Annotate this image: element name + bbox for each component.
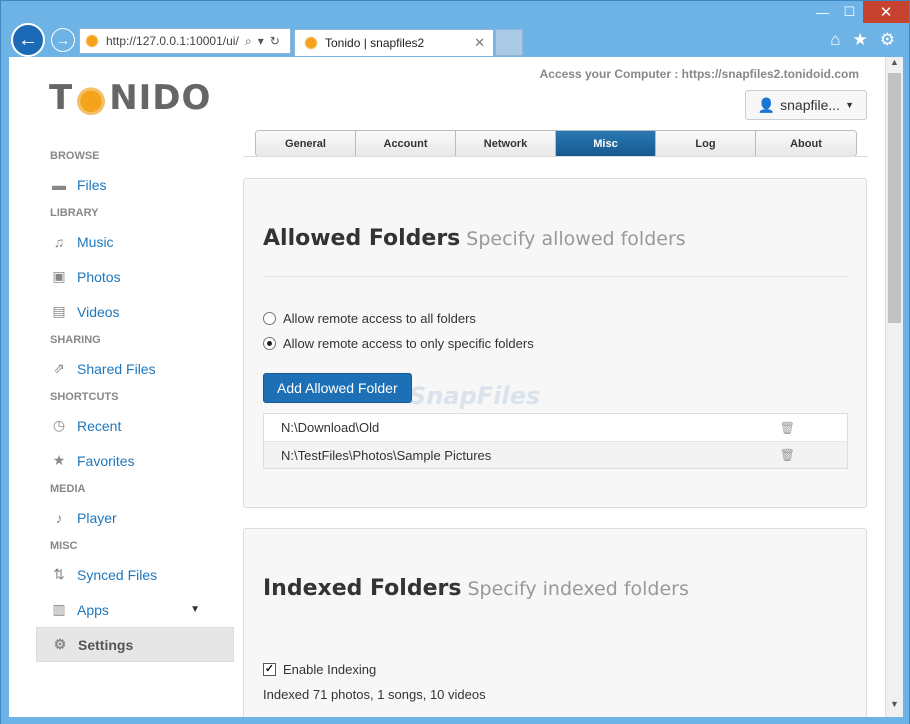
sidebar-item-favorites[interactable]: ★ Favorites <box>36 443 234 478</box>
sidebar-heading-browse: BROWSE <box>50 150 100 162</box>
list-item: N:\TestFiles\Photos\Sample Pictures 🗑 <box>264 441 847 468</box>
minimize-button[interactable]: — <box>809 1 836 23</box>
allowed-folders-list: N:\Download\Old 🗑 N:\TestFiles\Photos\Sa… <box>263 413 848 469</box>
sidebar-item-player[interactable]: ♪ Player <box>36 500 234 535</box>
home-icon[interactable]: ⌂ <box>830 30 840 50</box>
star-icon: ★ <box>52 452 66 468</box>
arrow-right-icon: → <box>56 32 70 48</box>
sidebar-item-synced-files[interactable]: ⇅ Synced Files <box>36 557 234 592</box>
indexing-status-text: Indexed 71 photos, 1 songs, 10 videos <box>263 687 486 702</box>
tab-general[interactable]: General <box>256 131 356 156</box>
tab-misc[interactable]: Misc <box>556 131 656 156</box>
refresh-icon[interactable]: ↻ <box>270 34 280 49</box>
vertical-scrollbar[interactable]: ▲ ▼ <box>885 57 903 717</box>
radio-button-selected[interactable] <box>263 337 276 350</box>
back-button[interactable]: ← <box>11 23 45 57</box>
dropdown-arrow-icon[interactable]: ▾ <box>258 34 264 49</box>
sidebar-heading-shortcuts: SHORTCUTS <box>50 391 119 403</box>
sidebar-heading-misc: MISC <box>50 540 78 552</box>
tab-title: Tonido | snapfiles2 <box>325 36 425 50</box>
forward-button[interactable]: → <box>51 28 75 52</box>
indexed-folders-panel: Indexed Folders Specify indexed folders ✓… <box>243 528 867 717</box>
folder-path: N:\TestFiles\Photos\Sample Pictures <box>281 447 492 463</box>
folder-icon: ▬ <box>52 176 66 193</box>
caret-down-icon: ▼ <box>845 100 854 110</box>
tab-log[interactable]: Log <box>656 131 756 156</box>
site-favicon-icon <box>84 33 100 49</box>
radio-allow-all[interactable]: Allow remote access to all folders <box>263 311 476 326</box>
sun-logo-icon <box>74 81 109 115</box>
sidebar-item-shared-files[interactable]: ⇗ Shared Files <box>36 351 234 386</box>
radio-allow-specific[interactable]: Allow remote access to only specific fol… <box>263 336 534 351</box>
add-allowed-folder-button[interactable]: Add Allowed Folder <box>263 373 412 403</box>
sidebar-item-photos[interactable]: ▣ Photos <box>36 259 234 294</box>
gear-icon[interactable]: ⚙ <box>880 30 895 50</box>
indexed-folders-title: Indexed Folders Specify indexed folders <box>263 576 689 601</box>
user-menu-button[interactable]: 👤 snapfile... ▼ <box>744 90 867 120</box>
sidebar-item-videos[interactable]: ▤ Videos <box>36 294 234 329</box>
share-icon: ⇗ <box>53 360 65 376</box>
scrollbar-thumb[interactable] <box>888 73 901 323</box>
user-label: snapfile... <box>780 97 841 113</box>
address-url[interactable]: http://127.0.0.1:10001/ui/ <box>106 34 241 48</box>
photo-icon: ▣ <box>52 268 66 284</box>
allowed-folders-panel: Allowed Folders Specify allowed folders A… <box>243 178 867 508</box>
browser-window: — ☐ ✕ ← → http://127.0.0.1:10001/ui/ ⌕ ▾… <box>0 0 910 724</box>
close-window-button[interactable]: ✕ <box>863 1 909 23</box>
sync-icon: ⇅ <box>53 566 65 582</box>
access-url-text: Access your Computer : https://snapfiles… <box>539 67 859 81</box>
new-tab-button[interactable] <box>495 29 523 56</box>
sidebar-item-settings[interactable]: ⚙ Settings <box>36 627 234 662</box>
scroll-up-icon[interactable]: ▲ <box>886 57 903 71</box>
gears-icon: ⚙ <box>53 636 67 652</box>
apps-icon: ▥ <box>52 601 66 617</box>
section-divider <box>263 276 848 277</box>
title-bar: — ☐ ✕ ← → http://127.0.0.1:10001/ui/ ⌕ ▾… <box>1 1 909 57</box>
sidebar-item-recent[interactable]: ◷ Recent <box>36 408 234 443</box>
watermark-text: SnapFiles <box>409 382 541 410</box>
clock-icon: ◷ <box>52 417 66 433</box>
sidebar-item-files[interactable]: ▬ Files <box>36 167 234 202</box>
favorites-star-icon[interactable]: ★ <box>853 30 868 50</box>
allowed-folders-title: Allowed Folders Specify allowed folders <box>263 226 686 251</box>
film-icon: ▤ <box>52 303 66 319</box>
list-item: N:\Download\Old 🗑 <box>264 414 847 441</box>
folder-path: N:\Download\Old <box>281 420 380 435</box>
tab-favicon-icon <box>303 35 319 51</box>
tab-network[interactable]: Network <box>456 131 556 156</box>
search-icon[interactable]: ⌕ <box>245 34 252 49</box>
allowed-folders-subtitle: Specify allowed folders <box>466 228 686 250</box>
music-icon: ♫ <box>53 233 65 250</box>
trash-icon[interactable]: 🗑 <box>780 448 795 462</box>
sidebar: BROWSE ▬ Files LIBRARY ♫ Music ▣ Photos … <box>36 145 234 662</box>
sidebar-item-apps[interactable]: ▥ Apps ▼ <box>36 592 234 627</box>
trash-icon[interactable]: 🗑 <box>780 421 795 435</box>
indexed-folders-subtitle: Specify indexed folders <box>467 578 689 600</box>
tab-divider <box>243 156 868 157</box>
window-bottom-border <box>1 717 909 724</box>
browser-tab[interactable]: Tonido | snapfiles2 ✕ <box>294 29 494 56</box>
scroll-down-icon[interactable]: ▼ <box>886 699 903 713</box>
page-viewport: T NIDO Access your Computer : https://sna… <box>9 57 885 717</box>
tonido-logo[interactable]: T NIDO <box>49 77 211 119</box>
radio-button[interactable] <box>263 312 276 325</box>
sidebar-heading-library: LIBRARY <box>50 207 99 219</box>
settings-tabs: General Account Network Misc Log About <box>255 130 857 157</box>
sidebar-heading-sharing: SHARING <box>50 334 101 346</box>
user-icon: 👤 <box>757 96 776 113</box>
arrow-left-icon: ← <box>18 28 38 51</box>
enable-indexing-checkbox[interactable]: ✓ Enable Indexing <box>263 662 376 677</box>
caret-down-icon[interactable]: ▼ <box>190 604 200 615</box>
tab-close-icon[interactable]: ✕ <box>474 35 485 51</box>
address-bar[interactable]: http://127.0.0.1:10001/ui/ ⌕ ▾ ↻ <box>79 28 291 54</box>
sidebar-item-music[interactable]: ♫ Music <box>36 224 234 259</box>
tab-about[interactable]: About <box>756 131 856 156</box>
maximize-button[interactable]: ☐ <box>836 1 863 23</box>
music-note-icon: ♪ <box>55 509 63 526</box>
checkbox-checked[interactable]: ✓ <box>263 663 276 676</box>
window-controls: — ☐ ✕ <box>809 1 909 23</box>
sidebar-heading-media: MEDIA <box>50 483 86 495</box>
tab-account[interactable]: Account <box>356 131 456 156</box>
